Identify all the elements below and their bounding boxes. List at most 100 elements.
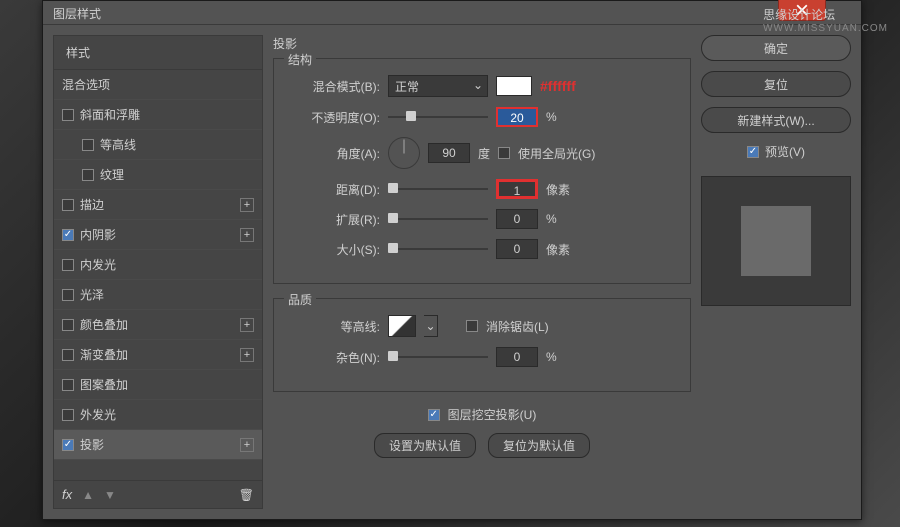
- contour-dropdown[interactable]: ⌄: [424, 315, 438, 337]
- sidebar-item-label: 描边: [80, 196, 104, 213]
- sidebar-item-2[interactable]: 纹理: [54, 160, 262, 190]
- sidebar-item-9[interactable]: 图案叠加: [54, 370, 262, 400]
- opacity-label: 不透明度(O):: [288, 109, 380, 126]
- cancel-button[interactable]: 复位: [701, 71, 851, 97]
- knockout-label: 图层挖空投影(U): [448, 406, 537, 423]
- sidebar-footer: fx ▲ ▼ 🗑: [54, 480, 262, 508]
- contour-label: 等高线:: [288, 318, 380, 335]
- sidebar-checkbox[interactable]: [62, 289, 74, 301]
- distance-label: 距离(D):: [288, 181, 380, 198]
- sidebar-item-0[interactable]: 斜面和浮雕: [54, 100, 262, 130]
- opacity-slider[interactable]: [388, 109, 488, 125]
- watermark: 思缘设计论坛 WWW.MISSYUAN.COM: [763, 6, 888, 34]
- structure-title: 结构: [284, 51, 316, 68]
- angle-input[interactable]: 90: [428, 143, 470, 163]
- sidebar-blending-options[interactable]: 混合选项: [54, 70, 262, 100]
- preview-checkbox[interactable]: [747, 146, 759, 158]
- sidebar-checkbox[interactable]: [62, 379, 74, 391]
- sidebar-item-5[interactable]: 内发光: [54, 250, 262, 280]
- new-style-button[interactable]: 新建样式(W)...: [701, 107, 851, 133]
- arrow-up-icon[interactable]: ▲: [82, 488, 94, 502]
- size-input[interactable]: 0: [496, 239, 538, 259]
- sidebar-item-label: 外发光: [80, 406, 116, 423]
- structure-fieldset: 结构 混合模式(B): 正常 #ffffff 不透明度(O): 20 % 角度(…: [273, 58, 691, 284]
- global-light-label: 使用全局光(G): [518, 145, 595, 162]
- sidebar-item-label: 投影: [80, 436, 104, 453]
- set-default-button[interactable]: 设置为默认值: [374, 433, 476, 458]
- fx-icon[interactable]: fx: [62, 487, 72, 502]
- sidebar-checkbox[interactable]: [62, 349, 74, 361]
- sidebar-item-11[interactable]: 投影 +: [54, 430, 262, 460]
- spread-input[interactable]: 0: [496, 209, 538, 229]
- sidebar-checkbox[interactable]: [62, 319, 74, 331]
- angle-dial[interactable]: [388, 137, 420, 169]
- color-swatch[interactable]: [496, 76, 532, 96]
- plus-icon[interactable]: +: [240, 198, 254, 212]
- arrow-down-icon[interactable]: ▼: [104, 488, 116, 502]
- distance-slider[interactable]: [388, 181, 488, 197]
- plus-icon[interactable]: +: [240, 318, 254, 332]
- sidebar-checkbox[interactable]: [82, 169, 94, 181]
- distance-input[interactable]: 1: [496, 179, 538, 199]
- sidebar-item-7[interactable]: 颜色叠加 +: [54, 310, 262, 340]
- sidebar-item-label: 光泽: [80, 286, 104, 303]
- sidebar-item-3[interactable]: 描边 +: [54, 190, 262, 220]
- sidebar-item-4[interactable]: 内阴影 +: [54, 220, 262, 250]
- sidebar-checkbox[interactable]: [62, 409, 74, 421]
- preview-label: 预览(V): [765, 143, 805, 160]
- sidebar-item-label: 内阴影: [80, 226, 116, 243]
- sidebar-item-label: 内发光: [80, 256, 116, 273]
- hex-annotation: #ffffff: [540, 78, 576, 94]
- sidebar-checkbox[interactable]: [82, 139, 94, 151]
- sidebar-checkbox[interactable]: [62, 109, 74, 121]
- knockout-checkbox[interactable]: [428, 409, 440, 421]
- noise-slider[interactable]: [388, 349, 488, 365]
- effect-title: 投影: [273, 35, 691, 52]
- quality-title: 品质: [284, 291, 316, 308]
- reset-default-button[interactable]: 复位为默认值: [488, 433, 590, 458]
- sidebar-checkbox[interactable]: [62, 259, 74, 271]
- sidebar-item-label: 渐变叠加: [80, 346, 128, 363]
- plus-icon[interactable]: +: [240, 228, 254, 242]
- sidebar-item-8[interactable]: 渐变叠加 +: [54, 340, 262, 370]
- plus-icon[interactable]: +: [240, 348, 254, 362]
- contour-picker[interactable]: [388, 315, 416, 337]
- antialias-checkbox[interactable]: [466, 320, 478, 332]
- sidebar-checkbox[interactable]: [62, 229, 74, 241]
- antialias-label: 消除锯齿(L): [486, 318, 549, 335]
- dialog-titlebar[interactable]: 图层样式: [43, 1, 861, 25]
- sidebar-checkbox[interactable]: [62, 439, 74, 451]
- right-panel: 确定 复位 新建样式(W)... 预览(V): [701, 35, 851, 509]
- opacity-input[interactable]: 20: [496, 107, 538, 127]
- noise-label: 杂色(N):: [288, 349, 380, 366]
- styles-sidebar: 样式 混合选项 斜面和浮雕等高线纹理描边 + 内阴影 + 内发光光泽颜色叠加 + 渐变叠加 +…: [53, 35, 263, 509]
- sidebar-item-label: 图案叠加: [80, 376, 128, 393]
- quality-fieldset: 品质 等高线: ⌄ 消除锯齿(L) 杂色(N): 0 %: [273, 298, 691, 392]
- main-panel: 投影 结构 混合模式(B): 正常 #ffffff 不透明度(O): 20 % …: [273, 35, 691, 509]
- trash-icon[interactable]: 🗑: [239, 488, 254, 502]
- noise-input[interactable]: 0: [496, 347, 538, 367]
- global-light-checkbox[interactable]: [498, 147, 510, 159]
- spread-slider[interactable]: [388, 211, 488, 227]
- sidebar-checkbox[interactable]: [62, 199, 74, 211]
- sidebar-item-label: 纹理: [100, 166, 124, 183]
- sidebar-item-label: 斜面和浮雕: [80, 106, 140, 123]
- sidebar-item-label: 等高线: [100, 136, 136, 153]
- preview-box: [701, 176, 851, 306]
- sidebar-item-6[interactable]: 光泽: [54, 280, 262, 310]
- blend-mode-label: 混合模式(B):: [288, 78, 380, 95]
- dialog-title: 图层样式: [53, 7, 101, 21]
- plus-icon[interactable]: +: [240, 438, 254, 452]
- blend-mode-select[interactable]: 正常: [388, 75, 488, 97]
- angle-label: 角度(A):: [288, 145, 380, 162]
- size-slider[interactable]: [388, 241, 488, 257]
- preview-swatch: [741, 206, 811, 276]
- sidebar-item-label: 颜色叠加: [80, 316, 128, 333]
- size-label: 大小(S):: [288, 241, 380, 258]
- sidebar-item-1[interactable]: 等高线: [54, 130, 262, 160]
- sidebar-item-10[interactable]: 外发光: [54, 400, 262, 430]
- layer-style-dialog: 图层样式 样式 混合选项 斜面和浮雕等高线纹理描边 + 内阴影 + 内发光光泽颜色叠加 +…: [42, 0, 862, 520]
- sidebar-header: 样式: [54, 36, 262, 70]
- spread-label: 扩展(R):: [288, 211, 380, 228]
- ok-button[interactable]: 确定: [701, 35, 851, 61]
